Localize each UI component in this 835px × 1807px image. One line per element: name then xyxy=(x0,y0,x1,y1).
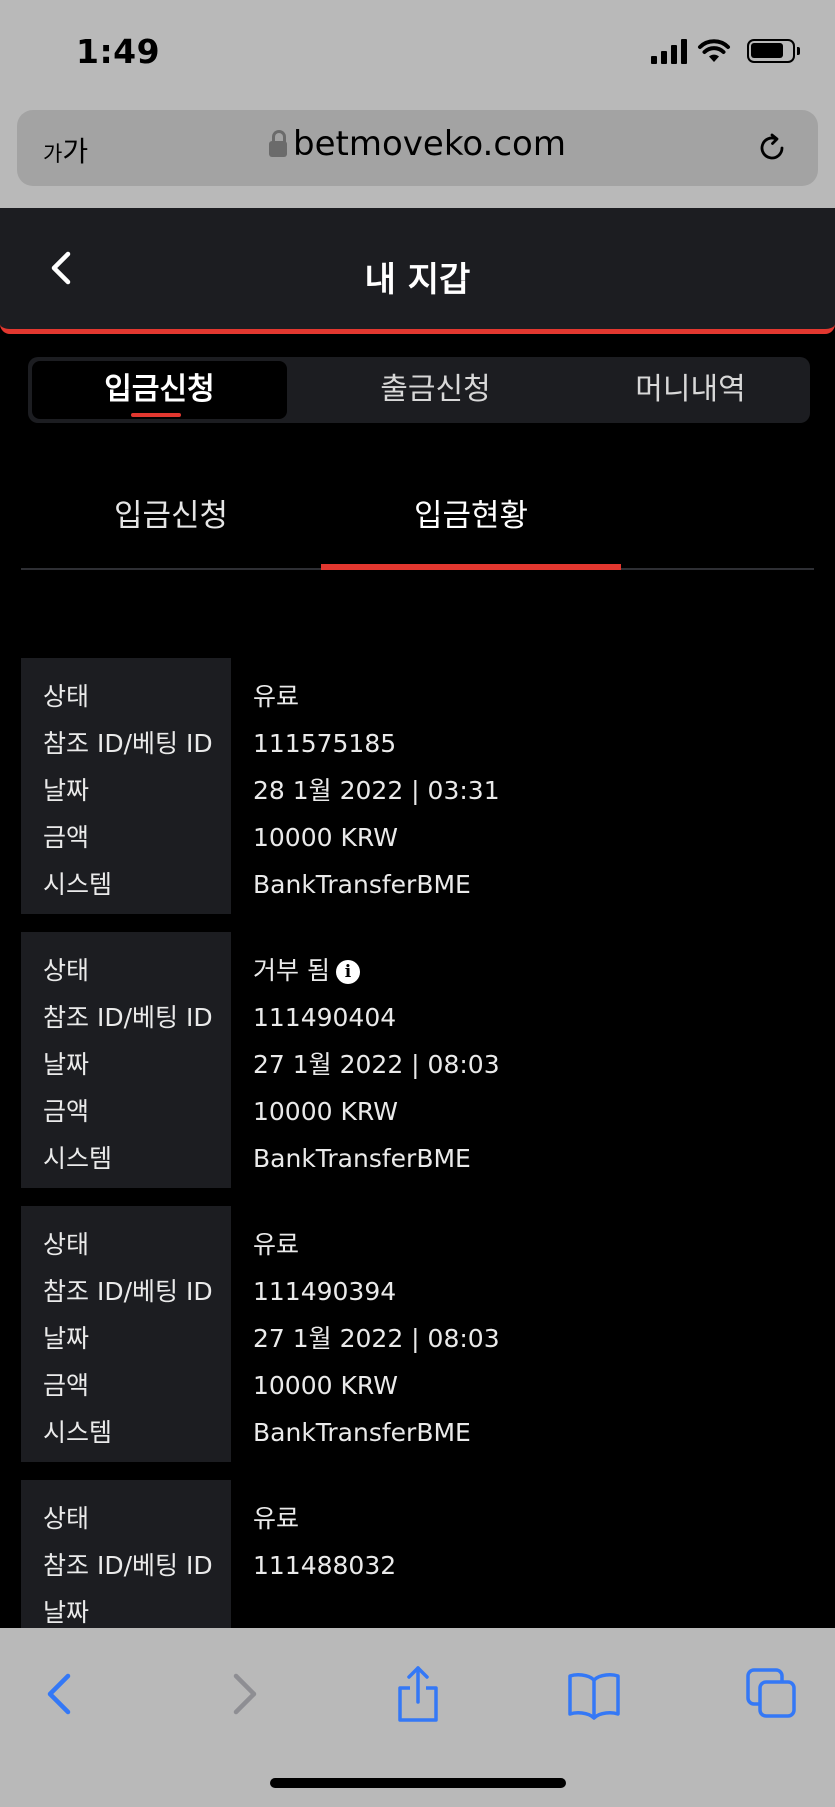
battery-icon xyxy=(747,39,800,63)
value-system: BankTransferBME xyxy=(253,1418,471,1447)
label-date: 날짜 xyxy=(43,1324,90,1353)
value-amount: 10000 KRW xyxy=(253,1371,398,1400)
tab-withdraw-request[interactable]: 출금신청 xyxy=(308,361,563,419)
tab-deposit-request[interactable]: 입금신청 xyxy=(32,361,287,419)
status-time: 1:49 xyxy=(76,32,161,71)
forward-icon[interactable] xyxy=(212,1664,272,1724)
home-indicator[interactable] xyxy=(270,1778,566,1788)
label-ref-id: 참조 ID/베팅 ID xyxy=(43,729,213,758)
browser-toolbar xyxy=(0,1628,835,1807)
deposit-subtabs: 입금신청 입금현황 xyxy=(21,470,814,570)
active-tab-underline xyxy=(131,413,181,417)
url-display[interactable]: betmoveko.com xyxy=(17,124,818,164)
label-amount: 금액 xyxy=(43,823,90,852)
label-system: 시스템 xyxy=(43,1418,113,1447)
record-values: 유료 111575185 28 1월 2022 | 03:31 10000 KR… xyxy=(231,658,814,914)
value-date: 27 1월 2022 | 08:03 xyxy=(253,1050,500,1079)
deposit-record: 상태 참조 ID/베팅 ID 날짜 금액 시스템 유료 111488032 xyxy=(21,1480,814,1628)
value-system: BankTransferBME xyxy=(253,870,471,899)
value-status: 유료 xyxy=(253,682,300,711)
value-amount: 10000 KRW xyxy=(253,823,398,852)
bookmarks-icon[interactable] xyxy=(564,1664,624,1724)
value-system: BankTransferBME xyxy=(253,1144,471,1173)
record-values: 유료 111488032 xyxy=(231,1480,814,1628)
tab-money-history[interactable]: 머니내역 xyxy=(563,361,818,419)
label-ref-id: 참조 ID/베팅 ID xyxy=(43,1277,213,1306)
tabs-icon[interactable] xyxy=(742,1664,802,1724)
subtab-active-indicator xyxy=(321,564,621,570)
record-labels: 상태 참조 ID/베팅 ID 날짜 금액 시스템 xyxy=(21,1206,231,1462)
record-values: 유료 111490394 27 1월 2022 | 08:03 10000 KR… xyxy=(231,1206,814,1462)
back-icon[interactable] xyxy=(32,1664,92,1724)
reload-icon[interactable] xyxy=(756,132,788,164)
value-date: 27 1월 2022 | 08:03 xyxy=(253,1324,500,1353)
value-amount: 10000 KRW xyxy=(253,1097,398,1126)
record-labels: 상태 참조 ID/베팅 ID 날짜 금액 시스템 xyxy=(21,658,231,914)
label-date: 날짜 xyxy=(43,776,90,805)
deposit-record: 상태 참조 ID/베팅 ID 날짜 금액 시스템 유료 111575185 28… xyxy=(21,658,814,914)
subtab-deposit-request[interactable]: 입금신청 xyxy=(21,490,321,535)
browser-chrome: 가가 betmoveko.com xyxy=(0,100,835,208)
cellular-signal-icon xyxy=(651,38,687,64)
label-date: 날짜 xyxy=(43,1598,90,1627)
label-system: 시스템 xyxy=(43,1144,113,1173)
value-status: 유료 xyxy=(253,1230,300,1259)
label-system: 시스템 xyxy=(43,870,113,899)
value-status-row: 거부 됨i xyxy=(253,956,814,1003)
page-title: 내 지갑 xyxy=(364,260,471,300)
value-date: 28 1월 2022 | 03:31 xyxy=(253,776,500,805)
wifi-icon xyxy=(698,39,730,62)
record-values: 거부 됨i 111490404 27 1월 2022 | 08:03 10000… xyxy=(231,932,814,1188)
label-status: 상태 xyxy=(43,682,90,711)
label-status: 상태 xyxy=(43,1504,90,1533)
subtab-deposit-status[interactable]: 입금현황 xyxy=(321,490,621,535)
info-icon[interactable]: i xyxy=(335,960,360,984)
share-icon[interactable] xyxy=(388,1664,448,1724)
value-status: 유료 xyxy=(253,1504,300,1533)
record-labels: 상태 참조 ID/베팅 ID 날짜 금액 시스템 xyxy=(21,932,231,1188)
label-date: 날짜 xyxy=(43,1050,90,1079)
status-icons xyxy=(651,38,800,64)
deposit-records-list[interactable]: 상태 참조 ID/베팅 ID 날짜 금액 시스템 유료 111575185 28… xyxy=(21,658,814,1628)
value-status: 거부 됨 xyxy=(253,956,330,985)
app-header: 내 지갑 xyxy=(0,208,835,334)
label-amount: 금액 xyxy=(43,1097,90,1126)
value-ref-id: 111490394 xyxy=(253,1277,397,1306)
value-ref-id: 111575185 xyxy=(253,729,397,758)
status-bar: 1:49 xyxy=(0,0,835,100)
deposit-record: 상태 참조 ID/베팅 ID 날짜 금액 시스템 유료 111490394 27… xyxy=(21,1206,814,1462)
value-ref-id: 111490404 xyxy=(253,1003,397,1032)
record-labels: 상태 참조 ID/베팅 ID 날짜 금액 시스템 xyxy=(21,1480,231,1628)
address-bar[interactable]: 가가 betmoveko.com xyxy=(17,110,818,186)
label-status: 상태 xyxy=(43,1230,90,1259)
label-ref-id: 참조 ID/베팅 ID xyxy=(43,1551,213,1580)
lock-icon xyxy=(269,130,288,157)
label-amount: 금액 xyxy=(43,1371,90,1400)
wallet-tabs: 입금신청 출금신청 머니내역 xyxy=(28,357,810,423)
deposit-record: 상태 참조 ID/베팅 ID 날짜 금액 시스템 거부 됨i 111490404… xyxy=(21,932,814,1188)
url-text: betmoveko.com xyxy=(293,124,566,164)
label-ref-id: 참조 ID/베팅 ID xyxy=(43,1003,213,1032)
label-status: 상태 xyxy=(43,956,90,985)
value-ref-id: 111488032 xyxy=(253,1551,397,1580)
